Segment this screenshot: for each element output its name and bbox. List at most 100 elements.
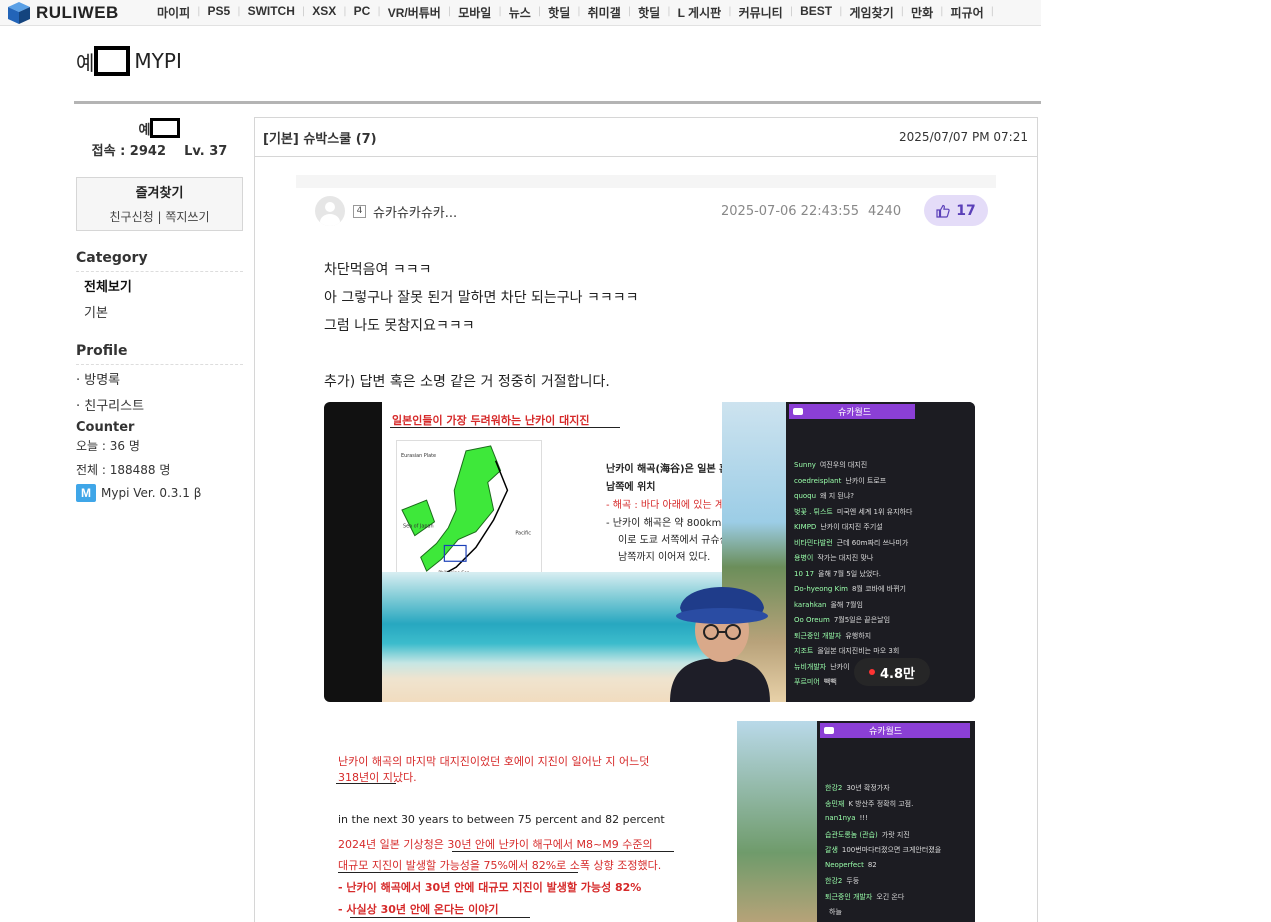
chat-author: nan1nya	[825, 814, 856, 822]
profile-stats: 접속 : 2942 Lv. 37	[91, 144, 228, 159]
chat-author: 습관도롱놈 (관습)	[825, 830, 878, 839]
chat-author: Sunny	[794, 461, 816, 469]
nav-item[interactable]: 마이피	[150, 4, 197, 21]
stream-screenshot-1[interactable]: 일본인들이 가장 두려워하는 난카이 대지진 Eurasian Plate Se…	[324, 402, 975, 702]
chat-author: 푸르미어	[794, 678, 820, 686]
nav-item[interactable]: 게임찾기	[843, 4, 901, 21]
favorites-button[interactable]: 즐겨찾기	[77, 182, 242, 201]
level-badge: 4	[353, 204, 366, 218]
chat-author: 한강2	[825, 877, 843, 885]
like-count: 17	[956, 202, 976, 219]
palm-background	[737, 721, 817, 922]
chat-author: karahkan	[794, 600, 827, 609]
category-item-basic[interactable]: 기본	[76, 301, 243, 327]
chat-text: 근데 60m짜리 쓰나미가	[836, 538, 909, 547]
chat-author: KIMPD	[794, 523, 817, 531]
japan-map-image: Eurasian Plate Sea of Japan Pacific Phil…	[396, 440, 542, 580]
chat-author: 지조트	[794, 647, 814, 655]
nav-item[interactable]: 피규어	[944, 4, 991, 21]
slide2-line-4: 2024년 일본 기상청은 30년 안에 난카이 해구에서 M8~M9 수준의	[338, 838, 653, 851]
chat-message: Sunny 여진우의 대지진	[794, 460, 867, 470]
chat-message: Do-hyeong Kim 8월 코바에 바뀌기	[794, 584, 906, 594]
slide-bullet-1: - 해곡 : 바다 아래에 있는 계곡	[606, 500, 734, 511]
friend-message-links[interactable]: 친구신청 | 쪽지쓰기	[77, 208, 242, 225]
friend-list-link[interactable]: · 친구리스트	[76, 394, 243, 420]
chat-author: coedreisplant	[794, 476, 842, 485]
post-header: [기본] 슈박스쿨 (7) 2025/07/07 PM 07:21	[255, 118, 1037, 157]
chat-message: 푸르미어 빽빽	[794, 677, 837, 687]
nav-item[interactable]: 모바일	[451, 4, 498, 21]
chat-message: nan1nya!!!	[825, 814, 868, 822]
post-title[interactable]: [기본] 슈박스쿨 (7)	[263, 128, 377, 147]
chat-message: 한강2 30년 확정가자	[825, 783, 890, 793]
chat-text: 빽빽	[823, 678, 837, 686]
viewer-count-badge: 4.8만	[854, 658, 930, 686]
blog-title[interactable]: 예 MYPI	[76, 46, 182, 76]
avatar[interactable]	[315, 196, 345, 226]
mypi-version-text: Mypi Ver. 0.3.1 β	[101, 486, 202, 500]
chat-text: 30년 확정가자	[846, 784, 890, 792]
nickname-prefix: 예	[138, 122, 151, 138]
body-line: 아 그렇구나 잘못 된거 말하면 차단 되는구나 ㅋㅋㅋㅋ	[324, 290, 639, 306]
profile-nickname[interactable]: 예	[76, 118, 243, 138]
chat-message: quoqu 왜 지 된냐?	[794, 491, 854, 501]
stream-screenshot-2[interactable]: 난카이 해곡의 마지막 대지진이었던 호에이 지진이 일어난 지 어느덧 318…	[324, 721, 975, 922]
chat-text: 8월 코바에 바뀌기	[851, 585, 906, 593]
slide2-line-6: - 난카이 해곡에서 30년 안에 대규모 지진이 발생할 가능성 82%	[338, 881, 642, 894]
chat-author: 용병이	[794, 554, 814, 562]
nav-item[interactable]: 취미갤	[581, 4, 628, 21]
guestbook-link[interactable]: · 방명록	[76, 368, 243, 394]
chat-text: 미국엔 세계 1위 유지하다	[836, 507, 913, 516]
nav-item[interactable]: 뉴스	[502, 4, 538, 21]
chat-text: 가랏 지진	[881, 830, 910, 839]
nav-item[interactable]: 핫딜	[631, 4, 667, 21]
chat-message: 비타민다발런 근데 60m짜리 쓰나미가	[794, 538, 908, 548]
chat-text: 난카이 대지진 주기설	[820, 523, 883, 531]
reply-top-strip	[296, 175, 996, 188]
chat-author: 뉴비개발자	[794, 662, 827, 671]
chat-text: 난카이 트로프	[845, 476, 887, 485]
chat-text: 하늘	[829, 908, 842, 916]
like-button[interactable]: 17	[924, 195, 988, 226]
nav-item[interactable]: XSX	[305, 4, 343, 21]
nav-item[interactable]: 핫딜	[541, 4, 577, 21]
chat-author: Do-hyeong Kim	[794, 585, 848, 593]
body-line	[324, 340, 639, 368]
chat-header-2: 슈카월드	[820, 723, 970, 738]
nav-item[interactable]: VR/버튜버	[381, 4, 448, 21]
nav-item[interactable]: 커뮤니티	[732, 4, 790, 21]
body-line: 차단먹음여 ㅋㅋㅋ	[324, 262, 432, 278]
chat-message: 한강2 두둥	[825, 876, 859, 886]
chat-author: 송민재	[825, 799, 845, 808]
chat-message: 지조트 올일본 대지진비는 마오 3회	[794, 646, 899, 656]
category-item-all[interactable]: 전체보기	[76, 275, 243, 301]
sidebar: 예 접속 : 2942 Lv. 37 즐겨찾기 친구신청 | 쪽지쓰기 Cate…	[76, 118, 243, 502]
body-line: 그럼 나도 못참지요ㅋㅋㅋ	[324, 318, 475, 334]
author-name[interactable]: 슈카슈카슈카...	[373, 202, 457, 221]
chat-message: 10 17 올해 7월 5일 났었다.	[794, 569, 881, 579]
view-count: 4240	[868, 203, 902, 219]
nav-item[interactable]: 만화	[904, 4, 940, 21]
streamer-webcam	[670, 587, 770, 702]
chat-author: 비타민다발런	[794, 538, 833, 547]
nav-item[interactable]: SWITCH	[241, 4, 302, 21]
nav-item[interactable]: PS5	[201, 4, 238, 21]
nav-separator: |	[990, 6, 995, 17]
chat-text: 올해 7월 5일 났었다.	[818, 569, 881, 578]
chat-message: Oo Oreum 7월5일은 끝은날임	[794, 615, 890, 625]
ruliweb-logo[interactable]: RULIWEB	[6, 1, 119, 25]
slide-title: 일본인들이 가장 두려워하는 난카이 대지진	[392, 414, 590, 427]
chat-author: Oo Oreum	[794, 616, 830, 624]
viewer-count: 4.8만	[880, 666, 915, 682]
nav-item[interactable]: BEST	[793, 4, 839, 21]
chat-author: 벚꽃 . 튀스트	[794, 507, 833, 516]
chat-message: 송민재 K 방산주 정확히 고점.	[825, 799, 913, 809]
nav-item[interactable]: PC	[347, 4, 378, 21]
nav-item[interactable]: L 게시판	[671, 4, 729, 21]
slide2-line-1: 난카이 해곡의 마지막 대지진이었던 호에이 지진이 일어난 지 어느덧	[338, 755, 650, 768]
chat-message: coedreisplant 난카이 트로프	[794, 476, 886, 486]
slide-bullet-2c: 남쪽까지 이어져 있다.	[618, 552, 711, 563]
chat-text: 올해 7월임	[830, 600, 863, 609]
chat-author: 한강2	[825, 784, 843, 792]
chat-text: 난카이	[830, 662, 850, 671]
